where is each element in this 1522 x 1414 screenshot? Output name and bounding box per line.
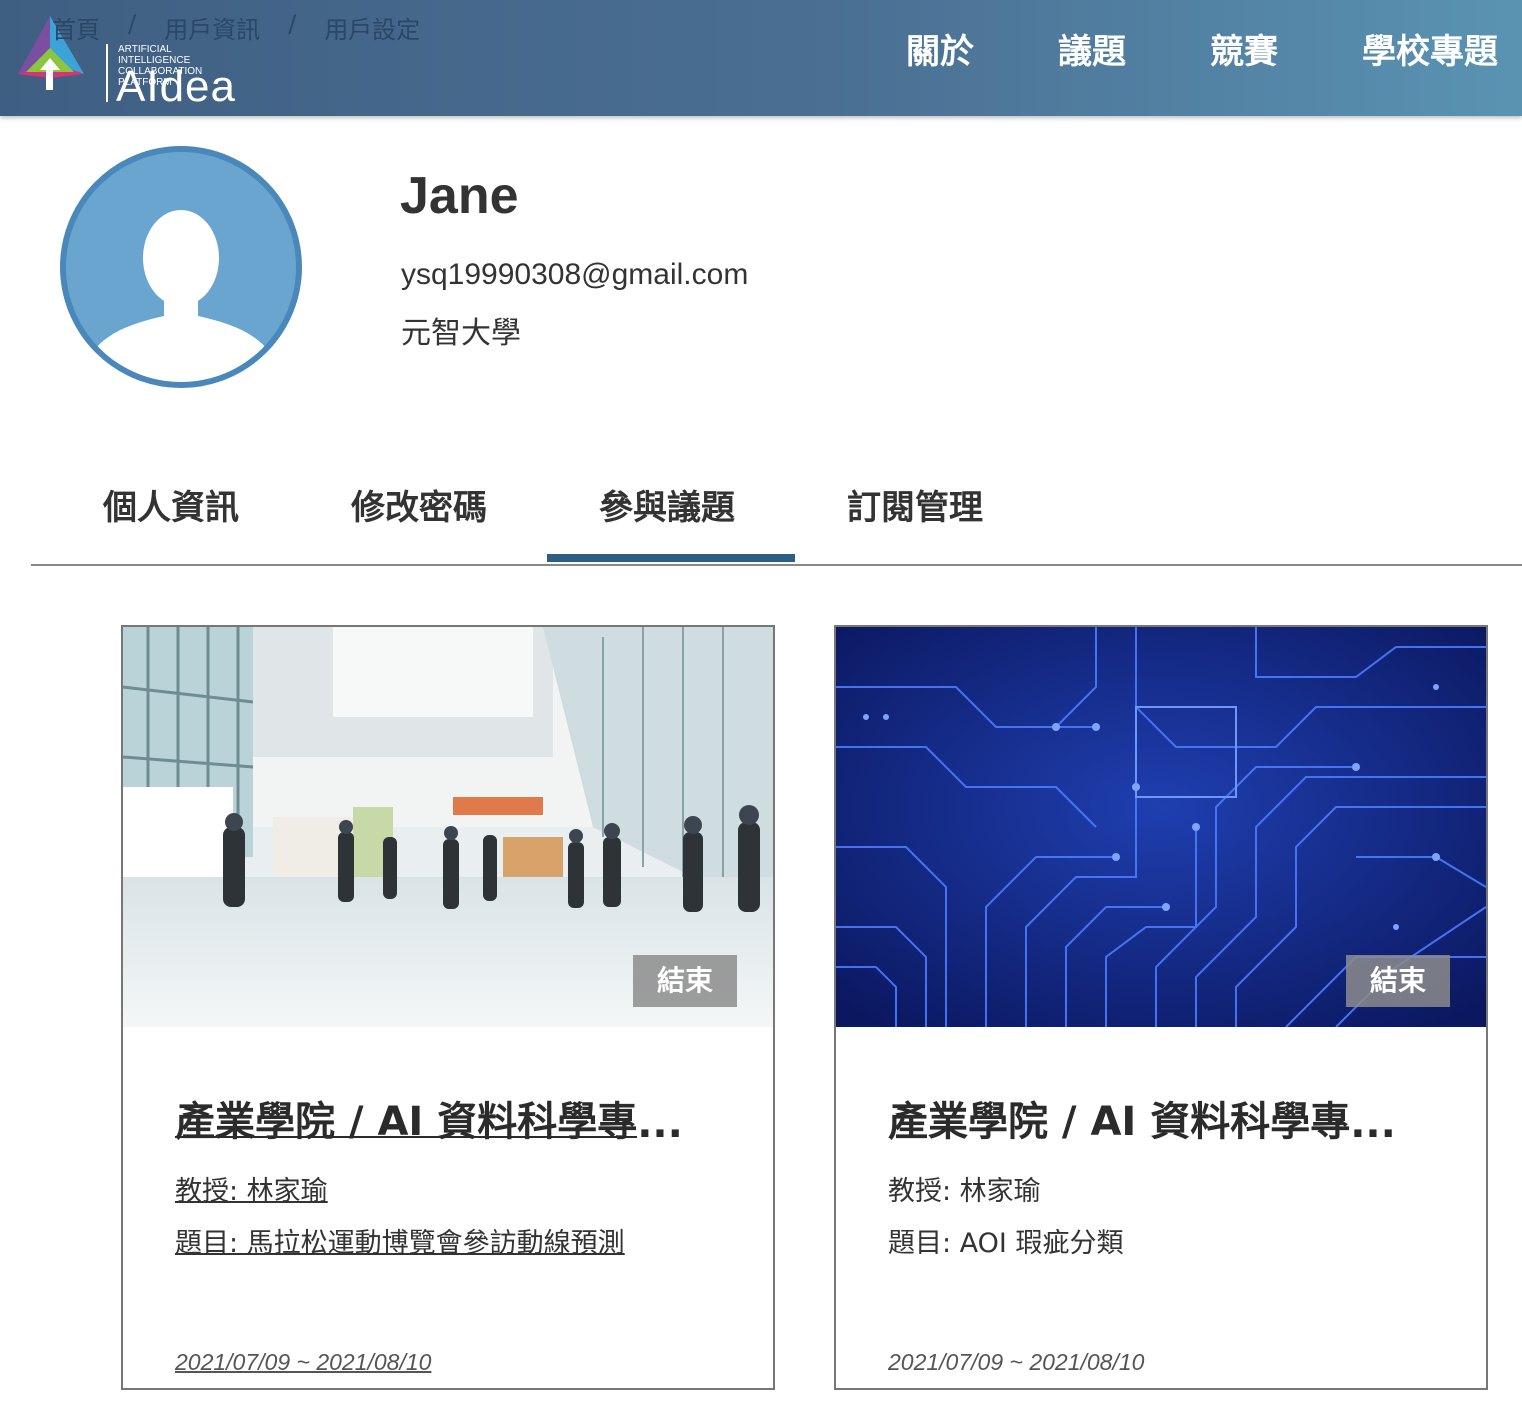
card-professor: 教授: 林家瑜 <box>888 1176 1041 1207</box>
user-email: ysq19990308@gmail.com <box>401 258 749 291</box>
breadcrumb-separator: / <box>288 10 297 38</box>
card-title-ellipsis: ... <box>1350 1101 1396 1147</box>
tab-personal-info[interactable]: 個人資訊 <box>103 480 239 529</box>
tab-change-password[interactable]: 修改密碼 <box>351 480 487 529</box>
tab-participated-issues[interactable]: 參與議題 <box>599 480 735 529</box>
status-badge: 結束 <box>1346 955 1450 1007</box>
card-title-text: 產業學院 / AI 資料科學專 <box>175 1099 638 1145</box>
breadcrumb: 首頁 / 用戶資訊 / 用戶設定 <box>52 10 420 45</box>
active-tab-indicator <box>547 554 795 562</box>
issue-card[interactable]: 結束 產業學院 / AI 資料科學專... 教授: 林家瑜 題目: AOI 瑕疵… <box>834 625 1488 1390</box>
card-professor: 教授: 林家瑜 <box>175 1176 328 1207</box>
logo-divider <box>106 44 108 102</box>
top-header: ARTIFICIAL INTELLIGENCE COLLABORATION PL… <box>0 0 1522 116</box>
issue-card[interactable]: 結束 產業學院 / AI 資料科學專... 教授: 林家瑜 題目: 馬拉松運動博… <box>121 625 775 1390</box>
user-school: 元智大學 <box>401 316 521 351</box>
avatar <box>60 146 302 388</box>
breadcrumb-home[interactable]: 首頁 <box>52 10 100 45</box>
card-title[interactable]: 產業學院 / AI 資料科學專... <box>888 1089 1428 1147</box>
settings-tabs: 個人資訊 修改密碼 參與議題 訂閱管理 <box>31 466 1522 566</box>
card-image-expo-hall: 結束 <box>123 627 773 1027</box>
card-image-circuit-board: 結束 <box>836 627 1486 1027</box>
nav-issues[interactable]: 議題 <box>1058 30 1126 74</box>
card-dates: 2021/07/09 ~ 2021/08/10 <box>175 1349 432 1375</box>
nav-about[interactable]: 關於 <box>906 30 974 74</box>
nav-competitions[interactable]: 競賽 <box>1210 30 1278 74</box>
user-name: Jane <box>400 167 519 225</box>
logo-wordmark: AIdea <box>116 62 236 111</box>
card-title-ellipsis: ... <box>637 1101 683 1147</box>
nav-school-projects[interactable]: 學校專題 <box>1362 30 1498 74</box>
tab-subscription-management[interactable]: 訂閱管理 <box>847 480 983 529</box>
card-topic: 題目: 馬拉松運動博覽會參訪動線預測 <box>175 1228 625 1259</box>
card-dates: 2021/07/09 ~ 2021/08/10 <box>888 1349 1145 1375</box>
card-title[interactable]: 產業學院 / AI 資料科學專... <box>175 1089 715 1147</box>
card-topic: 題目: AOI 瑕疵分類 <box>888 1228 1124 1259</box>
user-silhouette-icon <box>60 146 302 388</box>
breadcrumb-separator: / <box>128 10 137 38</box>
status-badge: 結束 <box>633 955 737 1007</box>
card-title-text: 產業學院 / AI 資料科學專 <box>888 1099 1351 1145</box>
breadcrumb-user-info[interactable]: 用戶資訊 <box>164 10 260 45</box>
breadcrumb-user-settings: 用戶設定 <box>324 16 421 44</box>
